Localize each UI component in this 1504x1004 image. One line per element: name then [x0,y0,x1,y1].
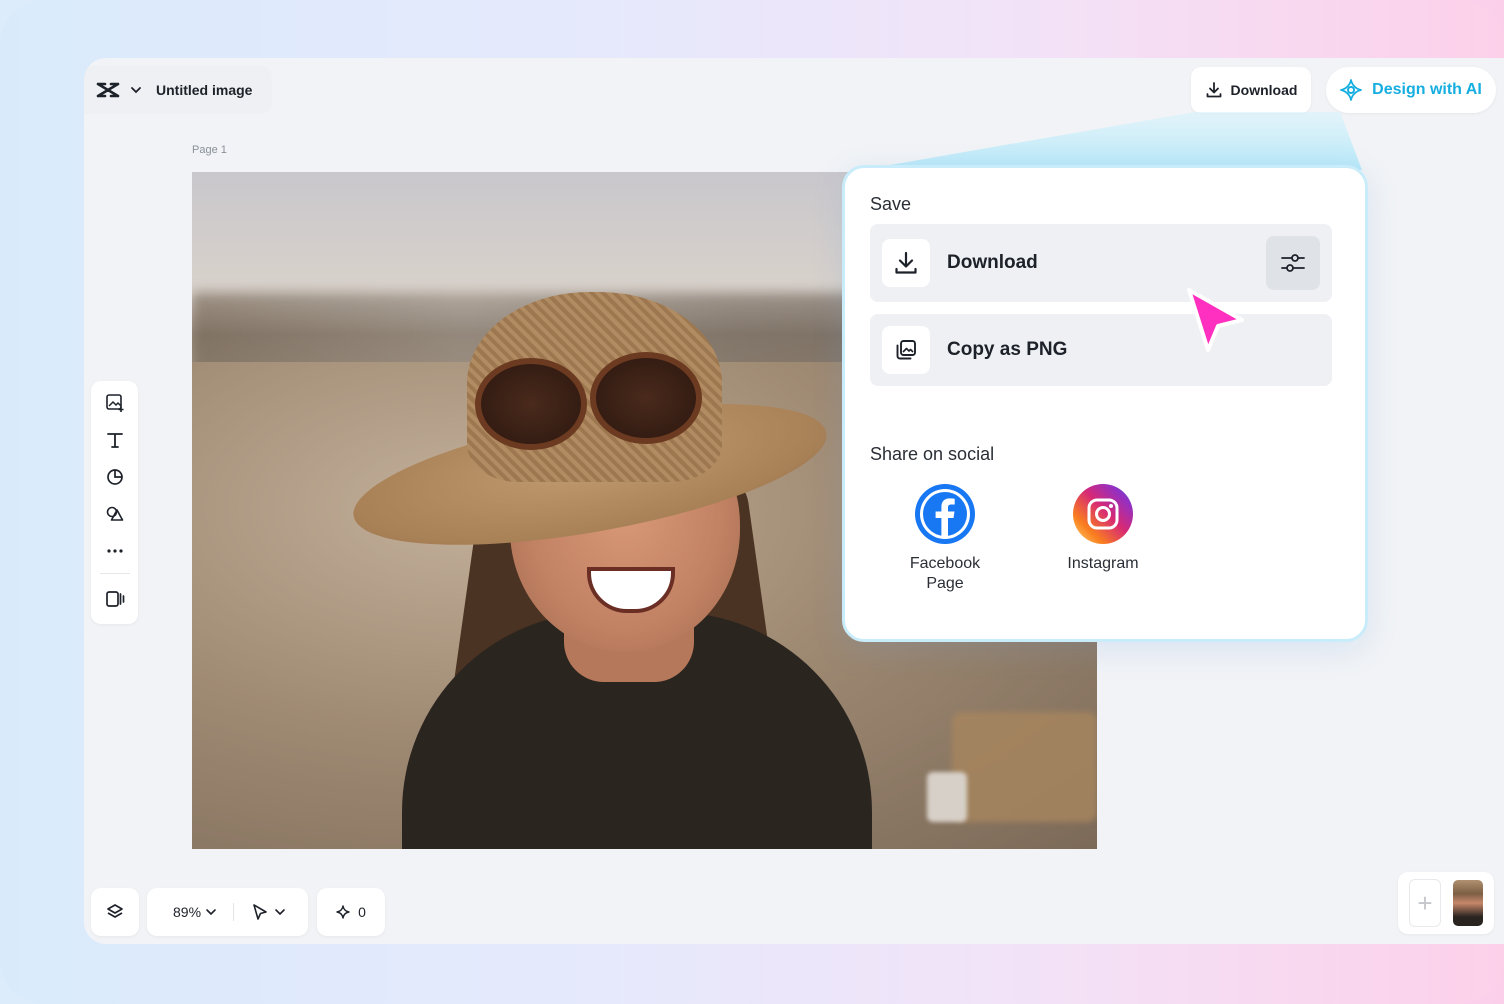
resize-tool[interactable] [99,583,131,615]
design-with-ai-label: Design with AI [1372,81,1482,98]
resize-icon [105,589,125,609]
copy-image-icon [894,338,918,362]
sparkle-icon [336,905,350,919]
zoom-dropdown[interactable]: 89% [173,904,217,920]
cursor-pointer-icon [1187,288,1244,352]
share-heading: Share on social [870,444,995,464]
zoom-value: 89% [173,904,202,920]
add-image-tool[interactable] [99,387,131,419]
chevron-down-icon [274,908,286,916]
page-thumbnail[interactable] [1453,880,1483,926]
add-page-button[interactable]: + [1409,879,1441,927]
ai-sparkle-icon [1340,79,1363,101]
tool-rail [91,381,138,624]
more-icon [105,541,125,561]
chevron-down-icon[interactable] [130,86,142,94]
sliders-icon [1280,252,1306,274]
more-tools[interactable] [99,535,131,567]
tool-separator [99,573,130,574]
copy-png-option[interactable]: Copy as PNG [870,314,1332,386]
design-with-ai-button[interactable]: Design with AI [1326,67,1496,113]
divider [233,903,235,921]
copy-png-icon-box [882,326,930,374]
text-tool[interactable] [99,424,131,456]
shapes-icon [105,467,125,487]
layers-icon [105,902,125,922]
document-menu[interactable]: Untitled image [84,66,272,114]
chevron-down-icon [205,908,217,916]
download-button[interactable]: Download [1191,67,1311,113]
share-facebook[interactable]: Facebook Page [890,484,1000,594]
zoom-controls: 89% [147,888,308,936]
page-label: Page 1 [192,144,227,156]
elements-tool[interactable] [99,498,131,530]
credits-count: 0 [358,904,366,920]
facebook-icon [915,484,975,544]
page-thumbnails: + [1398,872,1494,934]
pointer-icon [252,903,268,921]
facebook-label: Facebook Page [909,555,981,592]
text-icon [105,430,125,450]
add-image-icon [105,393,125,413]
download-icon [1205,81,1223,99]
elements-icon [105,504,125,524]
layers-button[interactable] [91,888,139,936]
document-title[interactable]: Untitled image [156,82,252,98]
download-option-icon-box [882,239,930,287]
copy-png-label: Copy as PNG [947,339,1068,360]
download-option-label: Download [947,252,1038,273]
download-option[interactable]: Download [870,224,1332,302]
save-heading: Save [870,194,912,214]
instagram-label: Instagram [1067,555,1139,572]
capcut-logo-icon [96,81,120,99]
download-settings-button[interactable] [1266,236,1320,290]
shapes-tool[interactable] [99,461,131,493]
pointer-mode-dropdown[interactable] [252,903,286,921]
share-instagram[interactable]: Instagram [1048,484,1158,574]
download-button-label: Download [1230,82,1298,98]
instagram-icon [1073,484,1133,544]
download-icon [893,250,919,276]
ai-credits-button[interactable]: 0 [317,888,385,936]
plus-icon: + [1417,887,1433,918]
save-panel: Save Download Copy as PNG Share on socia… [842,165,1368,642]
